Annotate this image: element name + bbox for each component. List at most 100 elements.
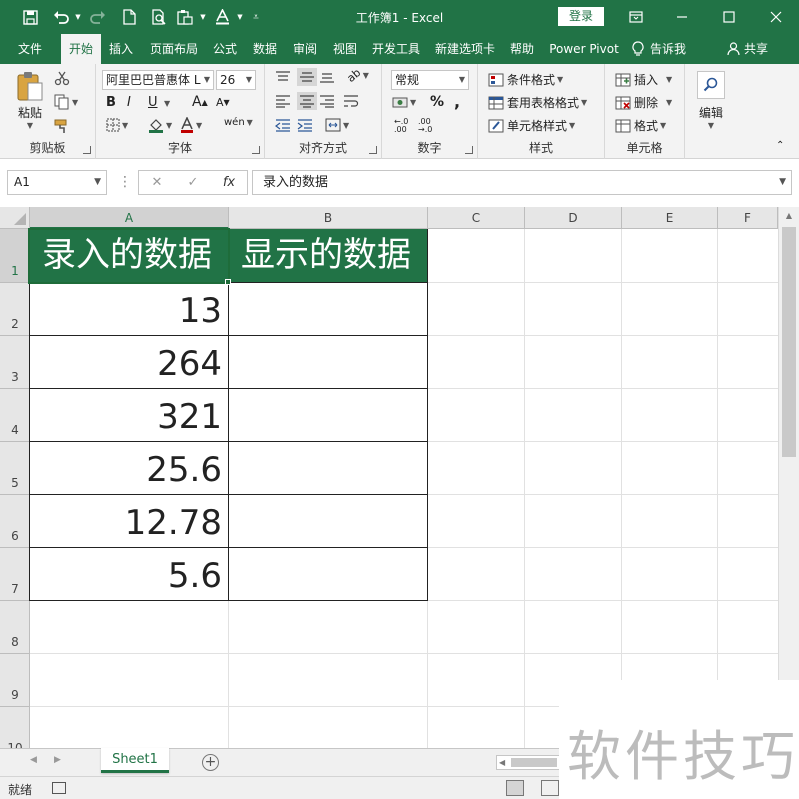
ribbon-display-icon[interactable] — [621, 6, 651, 28]
alignment-launcher-icon[interactable] — [369, 146, 377, 154]
increase-font-button[interactable]: A ▲ — [192, 94, 208, 110]
vertical-scroll-thumb[interactable] — [782, 227, 796, 457]
decrease-indent-button[interactable] — [275, 118, 291, 132]
row-header-10[interactable]: 10 — [0, 707, 30, 748]
align-right-button[interactable] — [319, 94, 335, 108]
normal-view-icon[interactable] — [506, 780, 524, 796]
close-icon[interactable] — [761, 6, 791, 28]
font-color-button[interactable]: ▼ — [180, 117, 202, 133]
add-sheet-button[interactable]: + — [202, 754, 219, 771]
cell-styles-button[interactable]: 单元格样式 ▼ — [488, 117, 575, 134]
paste-dropdown-icon[interactable]: ▼ — [193, 7, 213, 27]
tell-me-search[interactable]: 告诉我 — [632, 34, 704, 64]
confirm-entry-icon[interactable]: ✓ — [175, 175, 211, 190]
copy-button[interactable]: ▼ — [54, 94, 78, 110]
login-button[interactable]: 登录 — [558, 7, 604, 26]
prev-sheet-icon[interactable]: ◀ — [30, 755, 37, 765]
cut-button[interactable] — [54, 70, 70, 86]
number-launcher-icon[interactable] — [465, 146, 473, 154]
cell-a4[interactable]: 321 — [30, 389, 228, 441]
page-layout-view-icon[interactable] — [541, 780, 559, 796]
vertical-scrollbar[interactable]: ▲ — [778, 207, 799, 748]
next-sheet-icon[interactable]: ▶ — [54, 755, 61, 765]
tab-help[interactable]: 帮助 — [505, 34, 539, 64]
decrease-decimal-button[interactable]: .00 →.0 — [418, 118, 432, 134]
number-format-select[interactable]: 常规 ▼ — [391, 70, 469, 90]
horizontal-scrollbar[interactable]: ◀ — [496, 755, 562, 770]
align-bottom-button[interactable] — [319, 70, 335, 84]
column-header-f[interactable]: F — [718, 207, 778, 229]
format-as-table-button[interactable]: 套用表格格式 ▼ — [488, 94, 587, 111]
tab-view[interactable]: 视图 — [329, 34, 361, 64]
name-box[interactable]: A1 ▼ — [7, 170, 107, 195]
row-header-5[interactable]: 5 — [0, 442, 30, 495]
align-top-button[interactable] — [275, 70, 291, 84]
phonetic-button[interactable]: wén ▼ — [224, 117, 253, 128]
new-document-icon[interactable] — [119, 7, 139, 27]
cancel-entry-icon[interactable]: ✕ — [139, 175, 175, 190]
column-header-c[interactable]: C — [428, 207, 525, 229]
fill-handle[interactable] — [225, 279, 231, 285]
merge-center-button[interactable]: ▼ — [325, 118, 349, 132]
customize-icon[interactable]: ⩡ — [246, 7, 266, 27]
wrap-text-button[interactable] — [343, 94, 359, 108]
row-header-4[interactable]: 4 — [0, 389, 30, 442]
fill-color-button[interactable]: ▼ — [148, 117, 172, 133]
tab-page-layout[interactable]: 页面布局 — [145, 34, 203, 64]
collapse-ribbon-icon[interactable]: ⌃ — [776, 140, 784, 151]
row-header-6[interactable]: 6 — [0, 495, 30, 548]
sheet-tab-sheet1[interactable]: Sheet1 — [101, 748, 169, 773]
align-center-button[interactable] — [297, 92, 317, 110]
borders-button[interactable]: ▼ — [106, 118, 128, 132]
cell-a6[interactable]: 12.78 — [30, 495, 228, 547]
tab-home[interactable]: 开始 — [61, 34, 101, 64]
font-size-select[interactable]: 26 ▼ — [216, 70, 256, 90]
scroll-left-icon[interactable]: ◀ — [499, 756, 505, 769]
tab-data[interactable]: 数据 — [249, 34, 281, 64]
cell-a2[interactable]: 13 — [30, 283, 228, 335]
underline-button[interactable]: U — [148, 95, 158, 110]
orientation-button[interactable]: ab ▼ — [344, 66, 368, 85]
row-header-8[interactable]: 8 — [0, 601, 30, 654]
cell-a1[interactable]: 录入的数据 — [30, 229, 228, 282]
accounting-button[interactable]: ▼ — [392, 95, 416, 109]
select-all-button[interactable] — [0, 207, 30, 229]
font-launcher-icon[interactable] — [252, 146, 260, 154]
save-icon[interactable] — [20, 7, 40, 27]
formula-bar-splitter-icon[interactable]: ⋮ — [118, 174, 132, 190]
cell-a5[interactable]: 25.6 — [30, 442, 228, 494]
row-header-7[interactable]: 7 — [0, 548, 30, 601]
horizontal-scroll-thumb[interactable] — [511, 758, 557, 767]
increase-decimal-button[interactable]: ←.0.00 — [394, 118, 408, 134]
tab-power-pivot[interactable]: Power Pivot — [546, 34, 622, 64]
align-left-button[interactable] — [275, 94, 291, 108]
tab-new-tab[interactable]: 新建选项卡 — [431, 34, 499, 64]
row-header-9[interactable]: 9 — [0, 654, 30, 707]
tab-review[interactable]: 审阅 — [289, 34, 321, 64]
formula-input[interactable]: 录入的数据 ▼ — [252, 170, 792, 195]
tab-formulas[interactable]: 公式 — [209, 34, 241, 64]
row-header-1[interactable]: 1 — [0, 229, 30, 283]
cell-a7[interactable]: 5.6 — [30, 548, 228, 600]
format-cells-button[interactable]: 格式 ▼ — [615, 117, 666, 134]
decrease-font-button[interactable]: A ▼ — [216, 96, 230, 109]
tab-file[interactable]: 文件 — [8, 34, 52, 64]
column-header-b[interactable]: B — [229, 207, 428, 229]
format-painter-button[interactable] — [54, 118, 70, 134]
macro-record-icon[interactable] — [52, 782, 66, 794]
row-header-3[interactable]: 3 — [0, 336, 30, 389]
redo-icon[interactable] — [88, 7, 108, 27]
comma-button[interactable]: , — [454, 92, 460, 111]
minimize-icon[interactable] — [667, 6, 697, 28]
paste-button[interactable]: 粘贴 ▼ — [12, 70, 48, 130]
increase-indent-button[interactable] — [297, 118, 313, 132]
find-button[interactable] — [697, 71, 725, 99]
tab-insert[interactable]: 插入 — [104, 34, 138, 64]
tab-developer[interactable]: 开发工具 — [368, 34, 424, 64]
percent-button[interactable]: % — [430, 94, 444, 110]
undo-dropdown-icon[interactable]: ▼ — [68, 7, 88, 27]
column-header-d[interactable]: D — [525, 207, 622, 229]
bold-button[interactable]: B — [106, 95, 116, 110]
font-color-icon[interactable] — [212, 7, 232, 27]
paste-format-icon[interactable] — [175, 7, 195, 27]
